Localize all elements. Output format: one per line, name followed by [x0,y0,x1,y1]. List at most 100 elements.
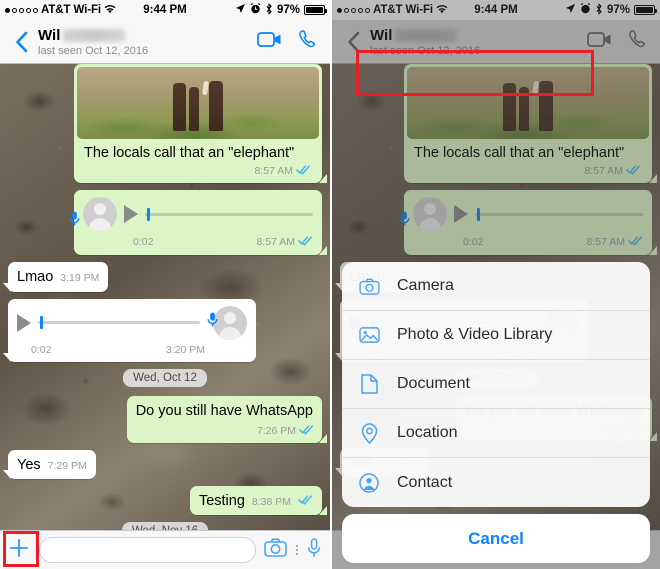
photo-attachment[interactable] [77,67,319,139]
read-receipt-icon [298,492,313,510]
audio-player[interactable] [8,299,256,344]
timestamp: 3:20 PM [165,343,205,356]
message-text: Yes [17,456,41,473]
attachment-action-sheet: Camera Photo & Video Library Document Lo… [342,262,650,563]
message-input[interactable] [39,537,256,563]
battery-icon [304,5,327,15]
location-pin-icon [358,422,380,444]
voice-message-bubble[interactable]: 0:02 8:57 AM [69,190,327,256]
document-icon [358,374,380,394]
text-message-bubble[interactable]: Yes 7:29 PM [3,449,96,480]
message-row: Yes 7:29 PM [3,449,322,480]
status-bar-right: 97% [235,2,327,18]
message-list: The locals call that an "elephant" 8:57 … [0,64,330,530]
microphone-icon[interactable] [307,537,321,563]
message-text: Testing [198,493,245,509]
carrier-label: AT&T Wi-Fi [41,4,101,16]
right-phone-screen: AT&T Wi-Fi 9:44 PM 97% Wil last seen Oct… [330,0,660,569]
plus-icon [8,537,30,564]
contact-person-icon [358,472,380,493]
message-text: Do you still have WhatsApp [135,402,313,419]
nav-actions [257,29,322,54]
action-label: Camera [397,277,454,294]
message-meta: 7:26 PM [127,424,322,443]
date-divider-label: Wed, Oct 12 [123,368,207,387]
text-message-bubble[interactable]: Testing 8:38 PM [189,486,328,516]
action-document[interactable]: Document [342,360,650,409]
action-label: Location [397,424,458,441]
action-location[interactable]: Location [342,409,650,458]
date-divider-label: Wed, Nov 16 [121,522,209,530]
microphone-icon [69,211,80,231]
dual-screenshot-stage: AT&T Wi-Fi 9:44 PM 97% Wil last seen Oct… [0,0,660,569]
camera-icon [358,278,380,295]
date-divider: Wed, Oct 12 [8,368,322,387]
redacted-surname [63,28,126,42]
timestamp: 3:19 PM [60,272,100,285]
chat-scroll-area[interactable]: The locals call that an "elephant" 8:57 … [0,64,330,530]
action-sheet-options: Camera Photo & Video Library Document Lo… [342,262,650,507]
timestamp: 7:26 PM [256,424,296,437]
audio-duration: 0:02 [133,236,154,249]
message-meta: 8:57 AM [77,164,319,183]
video-camera-icon[interactable] [257,31,282,53]
camera-icon[interactable] [264,538,287,562]
audio-progress-track[interactable] [145,206,313,222]
microphone-icon [207,312,218,332]
last-seen-label: last seen Oct 12, 2016 [38,44,149,57]
read-receipt-icon [299,424,314,439]
battery-percent-label: 97% [276,4,300,16]
message-row: The locals call that an "elephant" 8:57 … [8,64,327,184]
read-receipt-icon [298,235,313,250]
action-label: Photo & Video Library [397,326,553,343]
navigation-bar: Wil last seen Oct 12, 2016 [0,20,330,64]
message-meta: 0:02 3:20 PM [8,344,256,362]
status-bar: AT&T Wi-Fi 9:44 PM 97% [0,0,330,20]
photo-caption: The locals call that an "elephant" [84,145,295,161]
message-text: Lmao [17,269,54,286]
message-input-bar [0,530,330,569]
timestamp: 8:38 PM [251,496,291,508]
play-icon[interactable] [17,313,31,332]
contact-info[interactable]: Wil last seen Oct 12, 2016 [34,27,257,57]
action-camera[interactable]: Camera [342,262,650,311]
attach-plus-button[interactable] [7,538,31,562]
avatar-placeholder-icon [83,197,117,232]
audio-progress-track[interactable] [38,315,200,331]
input-bar-icons [264,537,323,563]
contact-name-row: Wil [38,27,257,44]
message-row: Lmao 3:19 PM [2,262,322,292]
wifi-icon [104,4,116,17]
signal-strength-icon [5,7,38,13]
message-row: Do you still have WhatsApp 7:26 PM [8,395,328,444]
more-vertical-icon[interactable] [296,545,298,555]
text-message-bubble[interactable]: Do you still have WhatsApp 7:26 PM [126,395,328,444]
text-message-bubble[interactable]: Lmao 3:19 PM [2,262,109,292]
play-icon[interactable] [124,205,138,224]
photo-library-icon [358,326,380,344]
location-arrow-icon [235,3,246,17]
message-row: Testing 8:38 PM [8,486,328,516]
timestamp: 8:57 AM [256,236,295,249]
read-receipt-icon [296,164,311,179]
status-bar-left: AT&T Wi-Fi [5,4,116,17]
action-photo-video-library[interactable]: Photo & Video Library [342,311,650,360]
timestamp: 7:29 PM [47,459,87,472]
alarm-clock-icon [250,3,261,17]
message-row: 0:02 8:57 AM [8,190,327,256]
message-meta: 0:02 8:57 AM [74,235,322,255]
timestamp: 8:57 AM [254,165,293,178]
action-contact[interactable]: Contact [342,458,650,507]
avatar-placeholder-icon [213,305,247,340]
photo-message-bubble[interactable]: The locals call that an "elephant" 8:57 … [74,64,327,184]
voice-message-bubble[interactable]: 0:02 3:20 PM [3,298,256,362]
audio-player[interactable] [69,190,322,235]
action-label: Contact [397,473,453,491]
audio-duration: 0:02 [31,343,52,356]
message-row: 0:02 3:20 PM [3,298,322,362]
cancel-button[interactable]: Cancel [342,514,650,563]
back-button[interactable] [8,31,34,53]
contact-name: Wil [38,26,61,44]
phone-icon[interactable] [298,29,318,54]
left-phone-screen: AT&T Wi-Fi 9:44 PM 97% Wil last seen Oct… [0,0,330,569]
